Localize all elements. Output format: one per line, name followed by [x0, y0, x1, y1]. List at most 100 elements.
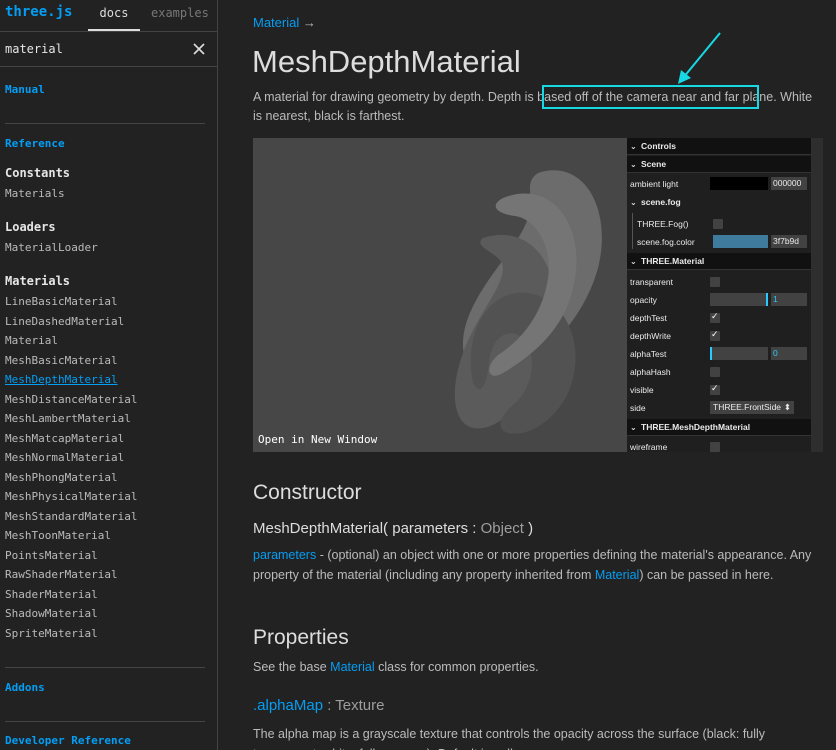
tab-docs[interactable]: docs — [88, 6, 140, 20]
side-select-value: THREE.FrontSide — [713, 402, 782, 412]
alpha-test-input[interactable]: 0 — [771, 347, 807, 360]
nav-addons[interactable]: Addons — [5, 681, 45, 694]
nav-item-active[interactable]: MeshDepthMaterial — [5, 373, 118, 386]
gui-folder-mesh-depth-material[interactable]: ⌄ THREE.MeshDepthMaterial — [627, 419, 811, 436]
gui-label: side — [630, 403, 646, 413]
nav-divider — [5, 123, 205, 124]
properties-heading: Properties — [253, 626, 349, 649]
nav-item[interactable]: ShadowMaterial — [5, 607, 98, 620]
nav-item[interactable]: MeshPhongMaterial — [5, 471, 118, 484]
nav-item[interactable]: MeshToonMaterial — [5, 529, 111, 542]
property-description: The alpha map is a grayscale texture tha… — [253, 727, 766, 750]
gui-folder-label: THREE.Material — [641, 256, 705, 266]
transparent-checkbox[interactable] — [710, 277, 720, 287]
material-link[interactable]: Material — [330, 660, 374, 674]
parameters-link[interactable]: parameters — [253, 548, 316, 562]
gui-label: ambient light — [630, 179, 679, 189]
gui-folder-label: Scene — [641, 159, 667, 169]
constructor-description: parameters - (optional) an object with o… — [253, 545, 813, 585]
properties-text: class for common properties. — [374, 660, 539, 674]
breadcrumb: Material → — [253, 15, 316, 30]
gui-folder-label: scene.fog — [641, 197, 681, 207]
nav-section-materials: Materials — [5, 274, 71, 288]
breadcrumb-link[interactable]: Material — [253, 15, 299, 30]
sidebar: three.js docs examples Manual Reference Co… — [0, 0, 218, 750]
search-bar — [0, 31, 217, 67]
nav-item[interactable]: RawShaderMaterial — [5, 568, 118, 581]
annotation-highlight-box — [542, 85, 759, 109]
close-icon[interactable] — [191, 41, 207, 57]
nav-reference[interactable]: Reference — [5, 137, 65, 150]
nav-item[interactable]: LineDashedMaterial — [5, 315, 124, 328]
nav-item[interactable]: MeshLambertMaterial — [5, 412, 131, 425]
property-name-link[interactable]: .alphaMap — [253, 697, 323, 714]
nav-item[interactable]: PointsMaterial — [5, 549, 98, 562]
nav-item[interactable]: MeshDistanceMaterial — [5, 393, 137, 406]
gui-label: depthTest — [630, 313, 667, 323]
fog-color-swatch[interactable] — [713, 235, 768, 248]
nav-item[interactable]: LineBasicMaterial — [5, 295, 118, 308]
fog-checkbox[interactable] — [713, 219, 723, 229]
main-content: Material → MeshDepthMaterial A material … — [219, 0, 836, 750]
nav-item[interactable]: MaterialLoader — [5, 241, 98, 254]
chevron-down-icon: ⌄ — [630, 198, 637, 207]
property-title: .alphaMap : Texture — [253, 697, 384, 714]
gui-folder-label: THREE.MeshDepthMaterial — [641, 422, 751, 432]
nav-item[interactable]: SpriteMaterial — [5, 627, 98, 640]
property-type: : Texture — [323, 697, 385, 714]
nav-item[interactable]: MeshMatcapMaterial — [5, 432, 124, 445]
side-select[interactable]: THREE.FrontSide ⬍ — [710, 401, 794, 414]
gui-label: visible — [630, 385, 654, 395]
nav-item[interactable]: MeshStandardMaterial — [5, 510, 137, 523]
example-viewer[interactable]: Open in New Window ⌄ Controls ⌄ Scene ambi… — [253, 138, 823, 452]
gui-folder-three-material[interactable]: ⌄ THREE.Material — [627, 253, 811, 270]
logo[interactable]: three.js — [5, 4, 72, 20]
opacity-input[interactable]: 1 — [771, 293, 807, 306]
constructor-heading: Constructor — [253, 481, 362, 504]
slider-fill — [710, 347, 712, 360]
wireframe-checkbox[interactable] — [710, 442, 720, 452]
chevron-down-icon: ⌄ — [630, 257, 637, 266]
nav-section-constants: Constants — [5, 166, 71, 180]
torus-knot-render[interactable] — [253, 138, 627, 452]
open-new-window-link[interactable]: Open in New Window — [258, 433, 377, 446]
signature-param: parameters : — [388, 520, 481, 537]
search-input[interactable] — [0, 32, 185, 66]
scrollbar[interactable] — [811, 138, 823, 452]
ambient-light-swatch[interactable] — [710, 177, 768, 190]
nav-item[interactable]: Material — [5, 334, 58, 347]
nav-item[interactable]: Materials — [5, 187, 65, 200]
nav-manual[interactable]: Manual — [5, 83, 45, 96]
nav-item[interactable]: MeshNormalMaterial — [5, 451, 124, 464]
nav-developer-reference[interactable]: Developer Reference — [5, 734, 131, 747]
nav-item[interactable]: MeshBasicMaterial — [5, 354, 118, 367]
chevron-down-icon: ⌄ — [630, 142, 637, 151]
visible-checkbox[interactable] — [710, 383, 720, 395]
gui-label: transparent — [630, 277, 673, 287]
signature-name: MeshDepthMaterial( — [253, 520, 389, 537]
depth-write-checkbox[interactable] — [710, 329, 720, 341]
gui-folder-scene[interactable]: ⌄ Scene — [627, 156, 811, 173]
arrow-right-icon: → — [302, 15, 316, 30]
signature-type: Object — [480, 520, 524, 537]
alpha-test-slider[interactable] — [710, 347, 768, 360]
gui-label: opacity — [630, 295, 657, 305]
gui-label: depthWrite — [630, 331, 671, 341]
opacity-slider[interactable] — [710, 293, 768, 306]
sidebar-header: three.js docs examples — [0, 0, 217, 31]
depth-test-checkbox[interactable] — [710, 311, 720, 323]
chevron-down-icon: ⌄ — [630, 160, 637, 169]
material-link[interactable]: Material — [595, 568, 639, 582]
nav-divider — [5, 667, 205, 668]
ambient-light-input[interactable]: 000000 — [771, 177, 807, 190]
gui-label: alphaHash — [630, 367, 671, 377]
fog-color-input[interactable]: 3f7b9d — [771, 235, 807, 248]
alpha-hash-checkbox[interactable] — [710, 367, 720, 377]
gui-folder-controls[interactable]: ⌄ Controls — [627, 138, 811, 155]
gui-indent-line — [632, 213, 633, 249]
nav-item[interactable]: MeshPhysicalMaterial — [5, 490, 137, 503]
tab-examples[interactable]: examples — [151, 6, 209, 20]
nav-item[interactable]: ShaderMaterial — [5, 588, 98, 601]
gui-folder-scene-fog[interactable]: ⌄ scene.fog — [627, 194, 811, 211]
select-arrows-icon: ⬍ — [783, 402, 791, 412]
